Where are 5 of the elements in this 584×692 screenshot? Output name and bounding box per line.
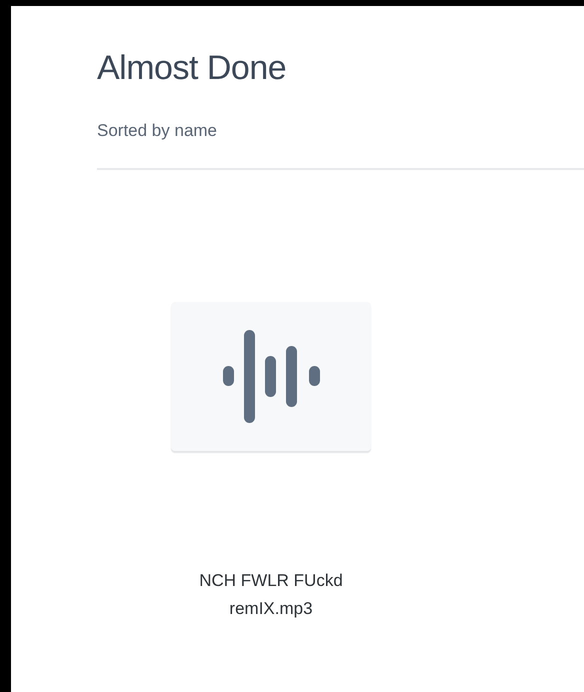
audio-wave-icon — [222, 330, 320, 423]
page-title: Almost Done — [97, 48, 288, 89]
sort-label: Sorted by name — [97, 120, 218, 142]
file-name: NCH FWLR FUckd remIX.mp3 — [198, 570, 344, 620]
file-thumbnail[interactable] — [171, 302, 371, 451]
